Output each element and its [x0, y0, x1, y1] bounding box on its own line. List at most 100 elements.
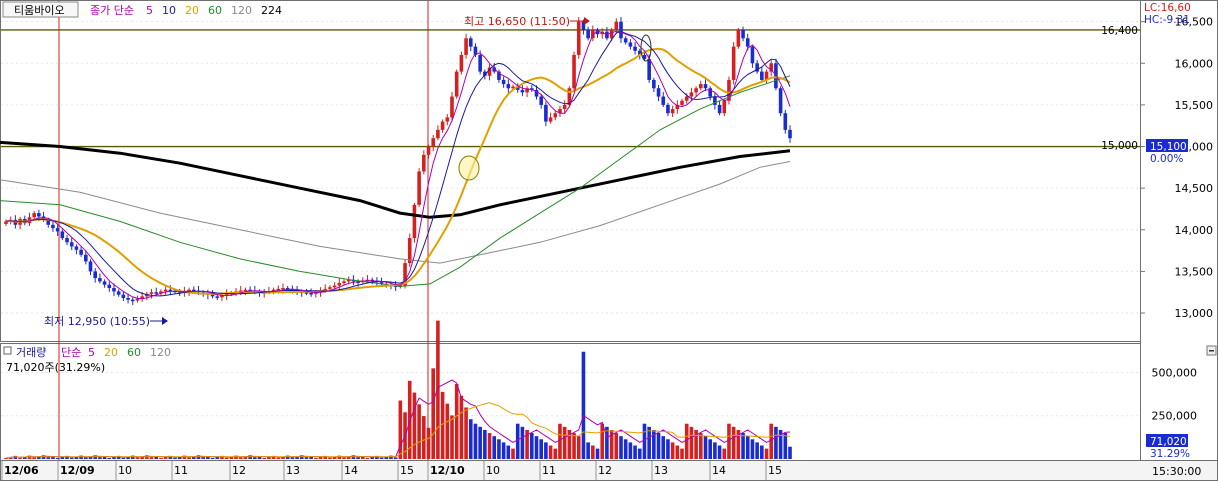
volume-bar [459, 395, 464, 459]
volume-bar [497, 439, 501, 459]
volume-bar [572, 433, 576, 459]
candle-body [722, 100, 727, 114]
candle-body [750, 46, 755, 64]
candle-body [126, 298, 130, 300]
price-ma-legend-20: 20 [185, 4, 199, 17]
volume-bar [412, 392, 417, 459]
candle-body [422, 154, 426, 172]
volume-bar [501, 442, 506, 459]
price-tick-label: 13,500 [1175, 265, 1214, 278]
volume-bar [731, 426, 736, 459]
volume-bar [586, 442, 590, 459]
volume-bar [534, 436, 539, 459]
candle-body [553, 113, 558, 118]
candle-body [478, 54, 482, 72]
volume-tick-label: 250,000 [1152, 410, 1198, 423]
volume-bar [511, 448, 515, 459]
volume-bar [215, 456, 220, 459]
volume-bar [764, 448, 769, 459]
volume-bar [135, 457, 140, 459]
candle-body [562, 104, 567, 110]
volume-bar [107, 457, 112, 459]
volume-bar [464, 407, 468, 459]
price-tick-label: 13,000 [1175, 307, 1214, 320]
volume-bar [483, 429, 487, 459]
price-tick-label: 14,000 [1175, 224, 1214, 237]
candle-body [342, 281, 346, 284]
candle-body [112, 288, 116, 292]
candle-body [572, 54, 576, 89]
candle-body [309, 293, 313, 295]
candle-body [689, 92, 694, 97]
candle-body [426, 146, 431, 155]
volume-bar [379, 457, 384, 459]
volume-bar [84, 457, 88, 459]
volume-bar [32, 457, 36, 459]
candle-body [55, 228, 60, 232]
volume-current-value: 71,020 [1150, 436, 1187, 448]
volume-ma-legend-5: 5 [88, 346, 95, 359]
price-ma-legend-10: 10 [162, 4, 176, 17]
price-ma-legend-120: 120 [231, 4, 252, 17]
time-axis-label: 12/10 [430, 464, 465, 477]
candle-body [661, 96, 666, 105]
candle-body [464, 38, 468, 55]
candle-body [684, 96, 689, 101]
volume-bar [267, 456, 271, 459]
volume-bar [454, 383, 459, 459]
volume-bar [666, 439, 670, 459]
volume-bar [684, 423, 689, 459]
candle-body [450, 96, 454, 118]
reference-label-low: 15,000 [1101, 140, 1138, 152]
volume-bar [445, 403, 450, 459]
volume-bar [55, 457, 60, 459]
volume-legend-icon [3, 346, 12, 355]
volume-bar [276, 457, 281, 459]
time-axis-label: 13 [286, 464, 300, 477]
volume-bar [520, 426, 525, 459]
volume-ma-legend-20: 20 [104, 346, 118, 359]
candle-body [614, 21, 619, 30]
candle-body [694, 88, 698, 93]
candle-body [741, 29, 745, 39]
stock-chart[interactable]: 16,50016,00015,50015,00014,50014,00013,5… [0, 0, 1218, 481]
hc-label: HC:-9.31 [1144, 14, 1190, 26]
volume-bar [342, 457, 346, 459]
candle-body [88, 261, 93, 272]
volume-bar [755, 442, 759, 459]
time-axis-label: 12/06 [4, 464, 39, 477]
volume-bar [173, 457, 177, 459]
volume-bar [318, 456, 323, 459]
candle-body [652, 79, 656, 89]
candle-body [102, 281, 107, 285]
time-axis-label: 14 [712, 464, 726, 477]
volume-bar [614, 433, 619, 459]
time-axis-label: 11 [174, 464, 188, 477]
candle-body [454, 71, 459, 97]
volume-bar [750, 439, 755, 459]
volume-collapse-icon [1209, 350, 1214, 352]
volume-bar [515, 423, 520, 459]
candle-body [32, 213, 36, 218]
volume-bar [487, 433, 492, 459]
volume-bar [628, 442, 633, 459]
volume-bar [370, 456, 374, 459]
candle-body [670, 109, 675, 114]
volume-bar [689, 426, 694, 459]
time-axis-label: 14 [344, 464, 358, 477]
volume-bar [661, 436, 666, 459]
volume-bar [562, 426, 567, 459]
candle-body [576, 21, 581, 55]
candle-body [548, 117, 553, 122]
volume-bar [529, 433, 534, 459]
candle-body [623, 38, 628, 43]
volume-bar [393, 457, 398, 459]
volume-bar [468, 419, 473, 459]
candle-body [459, 54, 464, 72]
volume-bar [69, 457, 74, 459]
volume-bar [605, 426, 609, 459]
volume-bar [647, 426, 651, 459]
volume-bar [619, 436, 623, 459]
volume-bar [187, 457, 191, 459]
candle-body [586, 29, 590, 39]
